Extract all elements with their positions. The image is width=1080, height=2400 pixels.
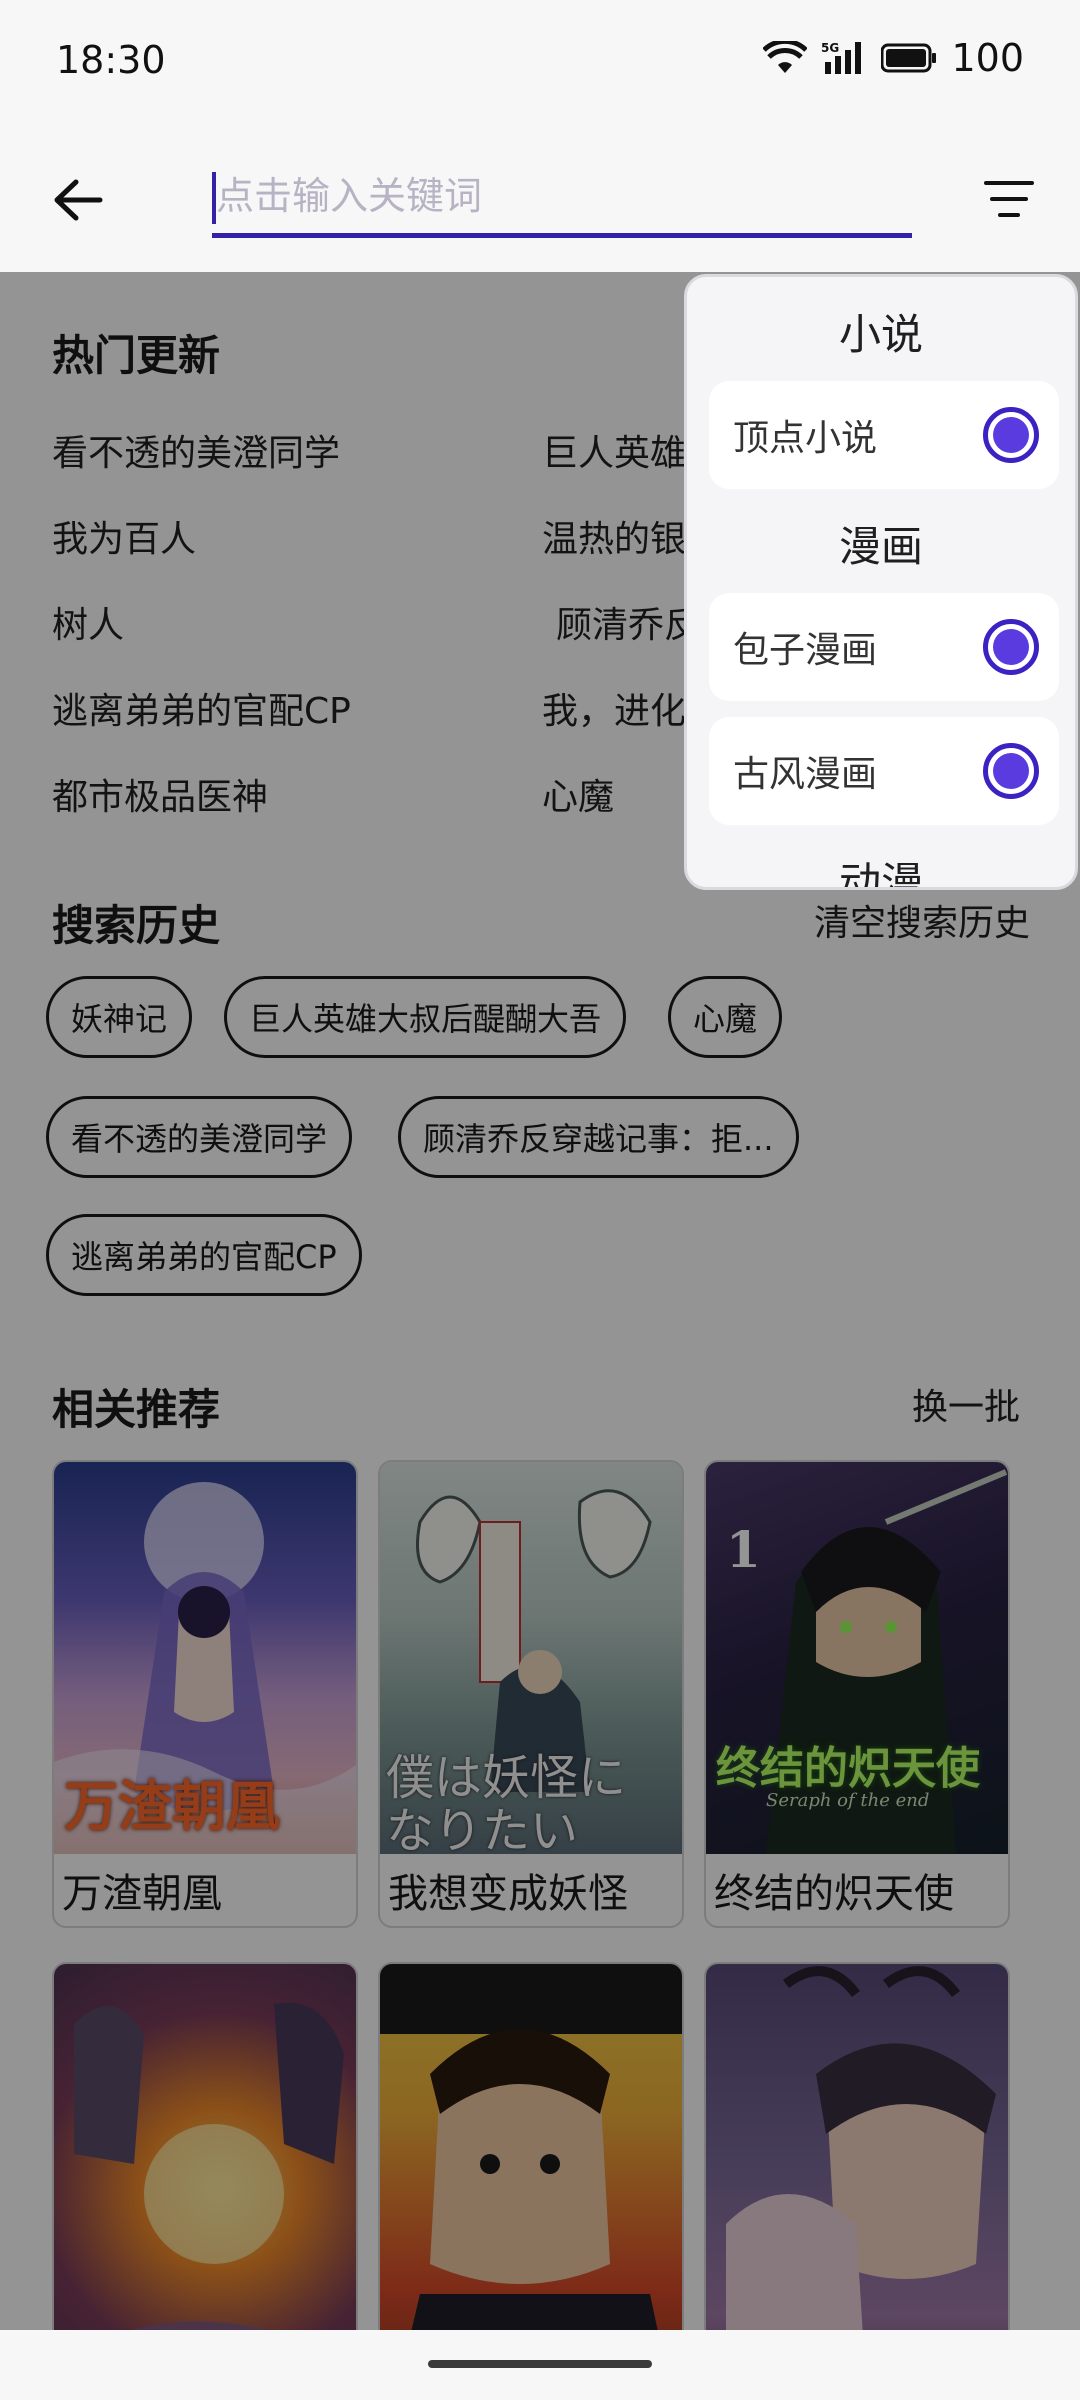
source-option-label: 包子漫画 bbox=[733, 630, 878, 671]
wifi-icon bbox=[763, 41, 808, 73]
status-bar: 18:30 5G 100 bbox=[0, 0, 1080, 126]
filter-button[interactable] bbox=[974, 164, 1044, 234]
search-app-bar bbox=[0, 126, 1080, 272]
radio-dot bbox=[993, 629, 1029, 665]
radio-dot bbox=[993, 753, 1029, 789]
menu-category-anime: 动漫 bbox=[838, 858, 923, 890]
text-cursor bbox=[212, 172, 216, 224]
source-option-label: 古风漫画 bbox=[733, 754, 878, 795]
radio-selected-icon[interactable] bbox=[983, 619, 1039, 675]
home-gesture-handle[interactable] bbox=[428, 2360, 652, 2368]
arrow-left-icon bbox=[54, 179, 103, 221]
menu-category-comic: 漫画 bbox=[838, 522, 923, 571]
source-option-label: 顶点小说 bbox=[733, 418, 878, 459]
status-time: 18:30 bbox=[56, 38, 166, 82]
radio-selected-icon[interactable] bbox=[983, 407, 1039, 463]
source-option-gufeng[interactable]: 古风漫画 bbox=[709, 717, 1059, 825]
search-input[interactable] bbox=[212, 166, 912, 228]
cellular-5g-icon: 5G bbox=[821, 41, 862, 74]
battery-icon bbox=[881, 43, 937, 73]
radio-dot bbox=[993, 417, 1029, 453]
gesture-navigation-bar bbox=[0, 2330, 1080, 2400]
source-option-baozi[interactable]: 包子漫画 bbox=[709, 593, 1059, 701]
status-icons: 5G 100 bbox=[763, 36, 1024, 80]
search-field[interactable] bbox=[212, 166, 912, 238]
menu-category-novel: 小说 bbox=[838, 310, 923, 359]
source-option-dingdian[interactable]: 顶点小说 bbox=[709, 381, 1059, 489]
source-dropdown-menu: 小说 顶点小说 漫画 包子漫画 古风漫画 动漫 bbox=[684, 274, 1078, 890]
battery-level: 100 bbox=[951, 36, 1024, 80]
back-button[interactable] bbox=[40, 162, 116, 238]
radio-selected-icon[interactable] bbox=[983, 743, 1039, 799]
svg-text:5G: 5G bbox=[821, 41, 839, 55]
filter-icon bbox=[984, 181, 1034, 217]
